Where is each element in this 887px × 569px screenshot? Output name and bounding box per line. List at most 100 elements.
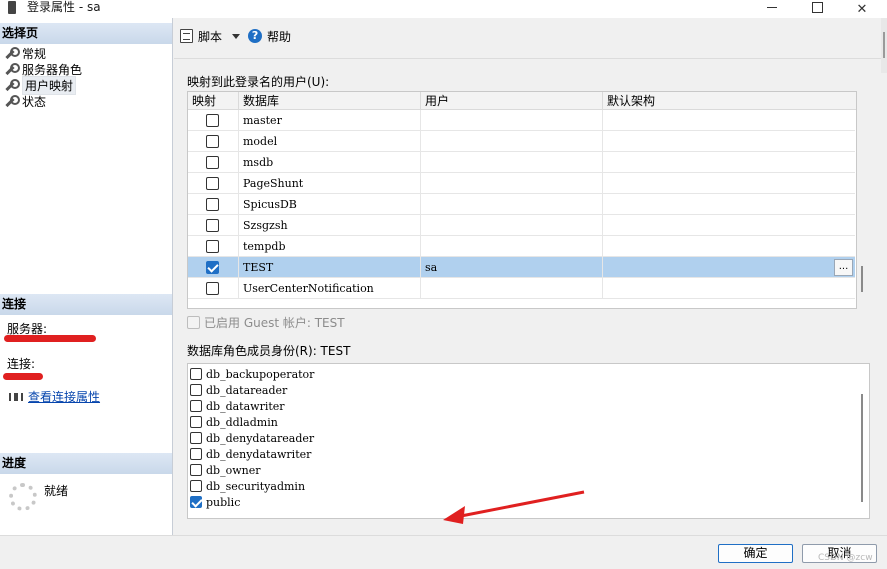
left-pane: 选择页 常规 服务器角色 用户映射 状态 连接 服务器: 连接: 查看连接属性 … <box>0 18 173 535</box>
table-row[interactable]: Szsgzsh <box>188 215 855 236</box>
role-checkbox[interactable] <box>190 496 202 508</box>
list-item[interactable]: db_denydatareader <box>190 430 314 446</box>
page-scrollbar[interactable] <box>881 18 887 73</box>
script-icon <box>180 29 193 43</box>
role-list-scrollbar[interactable] <box>855 364 869 518</box>
default-schema-cell[interactable] <box>603 131 856 152</box>
user-cell[interactable] <box>421 236 603 257</box>
role-name: db_datawriter <box>206 399 285 413</box>
map-checkbox[interactable] <box>206 135 219 148</box>
table-row[interactable]: tempdb <box>188 236 855 257</box>
database-cell: tempdb <box>239 236 421 257</box>
table-row[interactable]: model <box>188 131 855 152</box>
role-name: db_owner <box>206 463 261 477</box>
map-cell <box>188 257 239 278</box>
column-header-user[interactable]: 用户 <box>421 92 603 110</box>
close-button[interactable]: ✕ <box>842 0 882 18</box>
default-schema-cell[interactable] <box>603 215 856 236</box>
select-page-header: 选择页 <box>0 23 172 44</box>
database-cell: msdb <box>239 152 421 173</box>
help-label: 帮助 <box>267 29 292 44</box>
list-item[interactable]: db_datareader <box>190 382 287 398</box>
plug-icon <box>8 391 23 403</box>
user-cell[interactable] <box>421 110 603 131</box>
map-cell <box>188 173 239 194</box>
default-schema-cell[interactable] <box>603 257 856 278</box>
watermark: CSDN @zcw <box>818 553 873 563</box>
progress-status: 就绪 <box>44 484 69 498</box>
list-item[interactable]: db_backupoperator <box>190 366 314 382</box>
user-cell[interactable]: sa <box>421 257 603 278</box>
grid-header: 映射 数据库 用户 默认架构 <box>188 92 856 110</box>
list-item[interactable]: db_denydatawriter <box>190 446 311 462</box>
map-cell <box>188 110 239 131</box>
user-cell[interactable] <box>421 194 603 215</box>
role-checkbox[interactable] <box>190 416 202 428</box>
map-cell <box>188 236 239 257</box>
map-checkbox[interactable] <box>206 261 219 274</box>
default-schema-cell[interactable] <box>603 152 856 173</box>
user-cell[interactable] <box>421 173 603 194</box>
nav-item-user-mapping[interactable]: 用户映射 <box>4 75 77 95</box>
table-row[interactable]: PageShunt <box>188 173 855 194</box>
role-checkbox[interactable] <box>190 400 202 412</box>
role-checkbox[interactable] <box>190 384 202 396</box>
user-cell[interactable] <box>421 278 603 299</box>
help-button[interactable]: ? 帮助 <box>248 28 291 45</box>
role-name: public <box>206 495 241 509</box>
map-checkbox[interactable] <box>206 198 219 211</box>
column-header-default-schema[interactable]: 默认架构 <box>603 92 856 110</box>
nav-item-status[interactable]: 状态 <box>4 93 46 109</box>
map-checkbox[interactable] <box>206 282 219 295</box>
table-row[interactable]: SpicusDB <box>188 194 855 215</box>
list-item[interactable]: db_ddladmin <box>190 414 278 430</box>
role-checkbox[interactable] <box>190 448 202 460</box>
map-checkbox[interactable] <box>206 156 219 169</box>
chevron-down-icon[interactable] <box>232 33 241 39</box>
map-checkbox[interactable] <box>206 177 219 190</box>
list-item[interactable]: public <box>190 494 240 510</box>
map-checkbox[interactable] <box>206 240 219 253</box>
wrench-icon <box>4 94 20 108</box>
default-schema-cell[interactable] <box>603 278 856 299</box>
guest-checkbox <box>187 316 200 329</box>
minimize-button[interactable] <box>752 0 792 18</box>
role-checkbox[interactable] <box>190 480 202 492</box>
table-row[interactable]: UserCenterNotification <box>188 278 855 299</box>
user-cell[interactable] <box>421 152 603 173</box>
window-title: 登录属性 - sa <box>27 0 101 14</box>
script-button[interactable]: 脚本 <box>180 28 241 45</box>
role-checkbox[interactable] <box>190 368 202 380</box>
default-schema-cell[interactable] <box>603 194 856 215</box>
list-item[interactable]: db_owner <box>190 462 260 478</box>
nav-item-general[interactable]: 常规 <box>4 45 46 61</box>
table-row[interactable]: TEST sa... <box>188 257 855 278</box>
table-row[interactable]: msdb <box>188 152 855 173</box>
default-schema-cell[interactable] <box>603 173 856 194</box>
user-cell[interactable] <box>421 215 603 236</box>
column-header-database[interactable]: 数据库 <box>239 92 421 110</box>
browse-schema-button[interactable]: ... <box>834 259 853 276</box>
progress-header: 进度 <box>0 453 172 474</box>
role-name: db_ddladmin <box>206 415 278 429</box>
user-cell[interactable] <box>421 131 603 152</box>
progress-spinner-icon <box>9 483 37 511</box>
grid-scrollbar[interactable] <box>857 91 863 309</box>
guest-account-row: 已启用 Guest 帐户: TEST <box>187 314 345 331</box>
list-item[interactable]: db_securityadmin <box>190 478 305 494</box>
app-icon <box>8 1 16 14</box>
map-checkbox[interactable] <box>206 114 219 127</box>
maximize-button[interactable] <box>797 0 837 18</box>
table-row[interactable]: master <box>188 110 855 131</box>
view-connection-properties[interactable]: 查看连接属性 <box>8 388 100 405</box>
view-connection-link[interactable]: 查看连接属性 <box>28 388 100 405</box>
default-schema-cell[interactable] <box>603 236 856 257</box>
ok-button[interactable]: 确定 <box>718 544 793 563</box>
list-item[interactable]: db_datawriter <box>190 398 285 414</box>
column-header-map[interactable]: 映射 <box>188 92 239 110</box>
role-checkbox[interactable] <box>190 464 202 476</box>
dialog-button-bar: 确定 取消 CSDN @zcw <box>0 535 887 569</box>
role-checkbox[interactable] <box>190 432 202 444</box>
map-checkbox[interactable] <box>206 219 219 232</box>
default-schema-cell[interactable] <box>603 110 856 131</box>
